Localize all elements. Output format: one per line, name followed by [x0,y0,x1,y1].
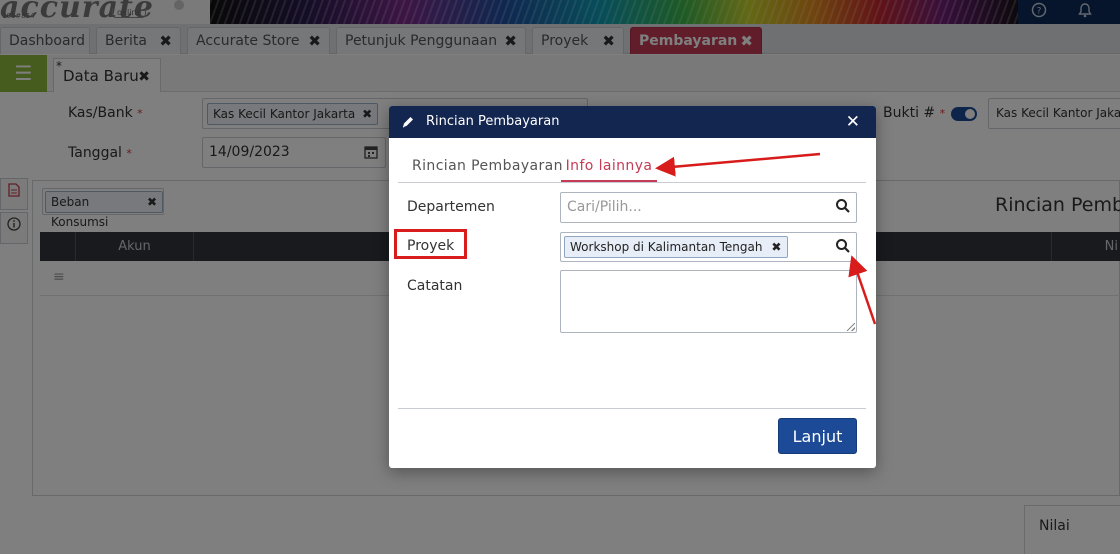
catatan-label: Catatan [407,278,463,294]
departemen-placeholder: Cari/Pilih... [567,199,642,215]
search-icon[interactable] [835,198,851,214]
pencil-icon [401,106,415,138]
departemen-label: Departemen [407,199,495,215]
departemen-field[interactable]: Cari/Pilih... [560,192,857,223]
rincian-pembayaran-dialog: Rincian Pembayaran ✕ Rincian Pembayaran … [389,106,876,468]
close-icon[interactable]: ✕ [846,106,860,138]
tab-rincian-pembayaran[interactable]: Rincian Pembayaran [412,150,563,182]
proyek-chip: Workshop di Kalimantan Tengah ✖ [564,236,789,258]
proyek-label-highlight [394,229,467,259]
tab-divider [398,182,866,183]
tab-info-lainnya[interactable]: Info lainnya [561,150,657,182]
catatan-textarea[interactable] [560,270,857,333]
dialog-header: Rincian Pembayaran ✕ [389,106,876,138]
resize-handle-icon[interactable] [847,323,855,331]
footer-divider [398,408,866,409]
proyek-field[interactable]: Workshop di Kalimantan Tengah ✖ [560,232,857,262]
search-icon[interactable] [835,238,851,254]
lanjut-button[interactable]: Lanjut [778,418,857,454]
proyek-value: Workshop di Kalimantan Tengah [570,240,763,254]
close-icon[interactable]: ✖ [771,237,781,257]
dialog-title: Rincian Pembayaran [426,114,560,129]
